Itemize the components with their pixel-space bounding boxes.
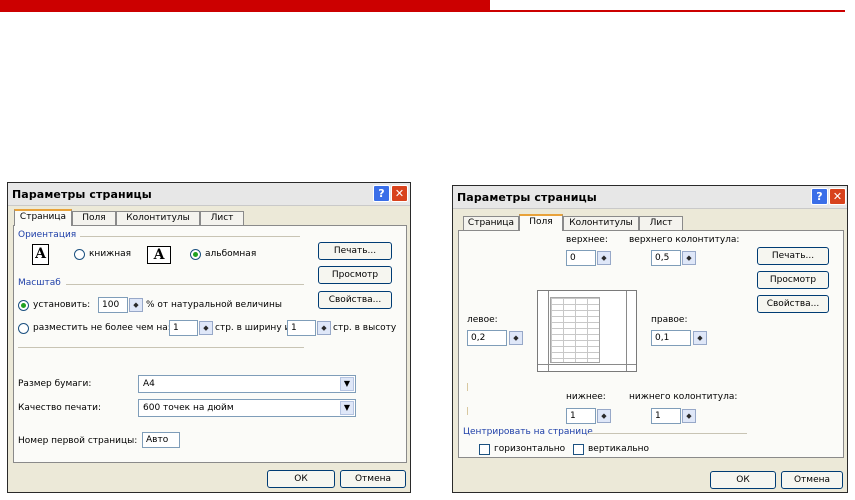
tab-margins[interactable]: Поля — [519, 214, 563, 231]
title-bar: Параметры страницы ? ✕ — [453, 186, 847, 209]
scale-percent-spinner[interactable]: ◆ — [129, 298, 143, 312]
page-setup-dialog-page: Параметры страницы ? ✕ Страница Поля Кол… — [7, 182, 411, 493]
footer-margin-spinner[interactable]: ◆ — [682, 409, 696, 423]
left-margin-input[interactable]: 0,2 — [467, 330, 507, 346]
bottom-margin-label: нижнее: — [566, 392, 606, 402]
orientation-title: Ориентация — [18, 230, 77, 240]
landscape-radio[interactable] — [190, 249, 201, 260]
top-margin-label: верхнее: — [566, 235, 608, 245]
left-margin-spinner[interactable]: ◆ — [509, 331, 523, 345]
first-page-input[interactable]: Авто — [142, 432, 180, 448]
orientation-line — [80, 236, 300, 237]
close-button[interactable]: ✕ — [391, 185, 408, 202]
center-vertical-label: вертикально — [588, 444, 650, 454]
tab-header-footer[interactable]: Колонтитулы — [563, 216, 639, 230]
dialog-title: Параметры страницы — [12, 188, 152, 201]
paper-size-select[interactable]: A4 ▼ — [138, 375, 356, 393]
center-horizontal-checkbox[interactable] — [479, 444, 490, 455]
tab-panel: Ориентация A книжная A альбомная Масштаб… — [13, 225, 407, 463]
properties-button[interactable]: Свойства... — [318, 291, 392, 309]
slide-header-line — [490, 10, 845, 12]
page-preview — [537, 290, 637, 372]
chevron-down-icon[interactable]: ▼ — [340, 377, 354, 391]
right-margin-input[interactable]: 0,1 — [651, 330, 691, 346]
center-vertical-checkbox[interactable] — [573, 444, 584, 455]
scale-set-suffix: % от натуральной величины — [146, 300, 282, 310]
scale-line — [66, 284, 304, 285]
tab-page[interactable]: Страница — [463, 216, 519, 230]
ok-button[interactable]: ОК — [267, 470, 335, 488]
scale-fit-label: разместить не более чем на: — [33, 323, 171, 333]
fit-width-suffix: стр. в ширину и — [215, 323, 291, 333]
first-page-label: Номер первой страницы: — [18, 436, 138, 446]
tab-margins[interactable]: Поля — [72, 211, 116, 225]
paper-size-value: A4 — [143, 379, 155, 389]
help-button[interactable]: ? — [373, 185, 390, 202]
tab-panel: верхнее: 0 ◆ верхнего колонтитула: 0,5 ◆… — [458, 230, 844, 458]
center-horizontal-label: горизонтально — [494, 444, 566, 454]
decor-tick — [467, 407, 468, 415]
slide-header-bar — [0, 0, 490, 12]
footer-margin-input[interactable]: 1 — [651, 408, 681, 424]
landscape-label: альбомная — [205, 249, 257, 259]
fit-height-suffix: стр. в высоту — [333, 323, 397, 333]
scale-percent-input[interactable]: 100 — [98, 297, 128, 313]
chevron-down-icon[interactable]: ▼ — [340, 401, 354, 415]
decor-tick — [467, 383, 468, 391]
dialog-title: Параметры страницы — [457, 191, 597, 204]
cancel-button[interactable]: Отмена — [781, 471, 843, 489]
right-margin-label: правое: — [651, 315, 688, 325]
title-bar: Параметры страницы ? ✕ — [8, 183, 410, 206]
preview-margin-line — [626, 291, 627, 371]
print-quality-select[interactable]: 600 точек на дюйм ▼ — [138, 399, 356, 417]
ok-button[interactable]: ОК — [710, 471, 776, 489]
tab-sheet[interactable]: Лист — [200, 211, 244, 225]
preview-margin-line — [548, 291, 549, 371]
scale-set-radio[interactable] — [18, 300, 29, 311]
scale-fit-radio[interactable] — [18, 323, 29, 334]
tab-sheet[interactable]: Лист — [639, 216, 683, 230]
help-button[interactable]: ? — [811, 188, 828, 205]
print-button[interactable]: Печать... — [318, 242, 392, 260]
fit-width-spinner[interactable]: ◆ — [199, 321, 213, 335]
header-margin-label: верхнего колонтитула: — [629, 235, 740, 245]
close-button[interactable]: ✕ — [829, 188, 846, 205]
fit-height-input[interactable]: 1 — [287, 320, 316, 336]
top-margin-input[interactable]: 0 — [566, 250, 596, 266]
landscape-icon: A — [147, 246, 171, 264]
preview-button[interactable]: Просмотр — [318, 266, 392, 284]
preview-grid — [550, 297, 600, 363]
tab-header-footer[interactable]: Колонтитулы — [116, 211, 200, 225]
cancel-button[interactable]: Отмена — [340, 470, 406, 488]
fit-width-input[interactable]: 1 — [169, 320, 198, 336]
header-margin-spinner[interactable]: ◆ — [682, 251, 696, 265]
header-margin-input[interactable]: 0,5 — [651, 250, 681, 266]
preview-button[interactable]: Просмотр — [757, 271, 829, 289]
right-margin-spinner[interactable]: ◆ — [693, 331, 707, 345]
portrait-label: книжная — [89, 249, 132, 259]
paper-size-label: Размер бумаги: — [18, 379, 92, 389]
bottom-margin-spinner[interactable]: ◆ — [597, 409, 611, 423]
properties-button[interactable]: Свойства... — [757, 295, 829, 313]
bottom-margin-input[interactable]: 1 — [566, 408, 596, 424]
center-line — [587, 433, 747, 434]
preview-margin-line — [538, 364, 636, 365]
left-margin-label: левое: — [467, 315, 498, 325]
footer-margin-label: нижнего колонтитула: — [629, 392, 738, 402]
scale-title: Масштаб — [18, 278, 61, 288]
top-margin-spinner[interactable]: ◆ — [597, 251, 611, 265]
fit-height-spinner[interactable]: ◆ — [317, 321, 331, 335]
print-quality-value: 600 точек на дюйм — [143, 403, 234, 413]
print-quality-label: Качество печати: — [18, 403, 101, 413]
print-button[interactable]: Печать... — [757, 247, 829, 265]
scale-set-label: установить: — [33, 300, 91, 310]
portrait-icon: A — [32, 244, 49, 265]
page-setup-dialog-margins: Параметры страницы ? ✕ Страница Поля Кол… — [452, 185, 848, 493]
tab-page[interactable]: Страница — [14, 209, 72, 226]
scale-bottom-line — [18, 347, 304, 348]
portrait-radio[interactable] — [74, 249, 85, 260]
center-title: Центрировать на странице — [463, 427, 593, 437]
